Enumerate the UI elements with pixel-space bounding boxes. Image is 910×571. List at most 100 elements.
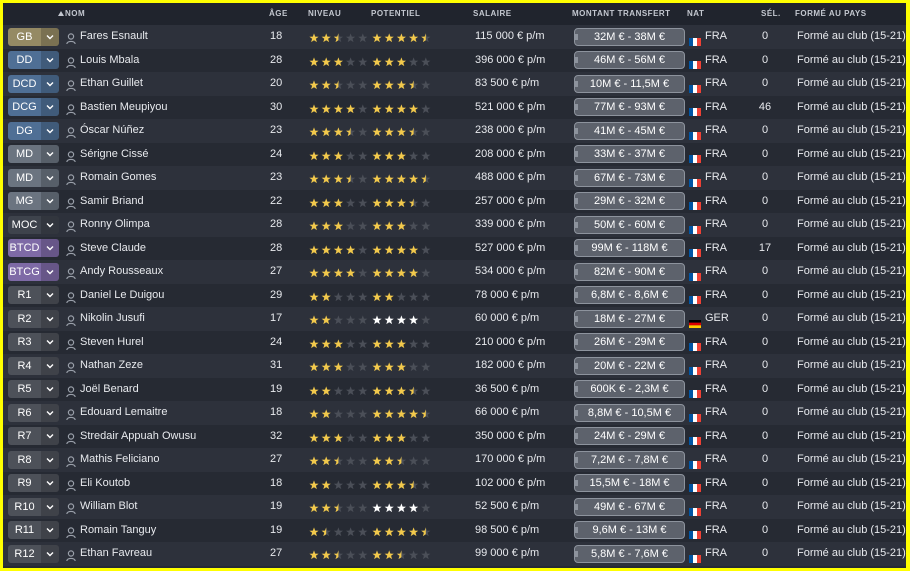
table-row[interactable]: R4 Nathan Zeze 31 182 000 € p/m 20M € - 22M … bbox=[3, 354, 906, 378]
table-row[interactable]: R8 Mathis Feliciano 27 170 000 € p/m 7,2M € … bbox=[3, 448, 906, 472]
chevron-down-icon[interactable] bbox=[41, 356, 59, 375]
table-row[interactable]: R6 Edouard Lemaitre 18 66 000 € p/m 8,8M € -… bbox=[3, 401, 906, 425]
table-row[interactable]: MD Romain Gomes 23 488 000 € p/m 67M € - 73M… bbox=[3, 166, 906, 190]
player-name[interactable]: Nathan Zeze bbox=[80, 354, 143, 378]
transfer-value-tag[interactable]: 10M € - 11,5M € bbox=[574, 74, 685, 93]
transfer-value-tag[interactable]: 33M € - 37M € bbox=[574, 145, 685, 163]
position-selector[interactable]: DG bbox=[8, 121, 59, 140]
table-row[interactable]: DG Óscar Núñez 23 238 000 € p/m 41M € - 45M … bbox=[3, 119, 906, 143]
transfer-value-tag[interactable]: 46M € - 56M € bbox=[574, 51, 685, 69]
chevron-down-icon[interactable] bbox=[41, 27, 59, 46]
player-name[interactable]: William Blot bbox=[80, 495, 137, 519]
position-selector[interactable]: MG bbox=[8, 192, 59, 210]
player-name[interactable]: Louis Mbala bbox=[80, 49, 139, 73]
player-name[interactable]: Nikolin Jusufi bbox=[80, 307, 145, 331]
table-row[interactable]: R11 Romain Tanguy 19 98 500 € p/m 9,6M € - 1… bbox=[3, 518, 906, 543]
position-selector[interactable]: R4 bbox=[8, 356, 59, 375]
chevron-down-icon[interactable] bbox=[41, 215, 59, 234]
chevron-down-icon[interactable] bbox=[41, 145, 59, 163]
chevron-down-icon[interactable] bbox=[41, 121, 59, 140]
transfer-value-tag[interactable]: 8,8M € - 10,5M € bbox=[574, 403, 685, 422]
transfer-value-tag[interactable]: 7,2M € - 7,8M € bbox=[574, 450, 685, 469]
transfer-value-tag[interactable]: 15,5M € - 18M € bbox=[574, 474, 685, 492]
header-potential[interactable]: POTENTIEL bbox=[371, 9, 420, 18]
position-selector[interactable]: DD bbox=[8, 51, 59, 69]
player-name[interactable]: Sérigne Cissé bbox=[80, 143, 148, 167]
player-name[interactable]: Ethan Favreau bbox=[80, 542, 152, 566]
player-name[interactable]: Ronny Olimpa bbox=[80, 213, 150, 237]
chevron-down-icon[interactable] bbox=[41, 521, 59, 539]
header-level[interactable]: NIVEAU bbox=[308, 9, 341, 18]
header-trained[interactable]: FORMÉ AU PAYS bbox=[795, 9, 867, 18]
chevron-down-icon[interactable] bbox=[41, 98, 59, 116]
header-sel[interactable]: SÉL. bbox=[761, 9, 781, 18]
table-row[interactable]: DD Louis Mbala 28 396 000 € p/m 46M € - 56M … bbox=[3, 48, 906, 73]
table-row[interactable]: R1 Daniel Le Duigou 29 78 000 € p/m 6,8M € -… bbox=[3, 283, 906, 308]
position-selector[interactable]: R11 bbox=[8, 521, 59, 539]
player-name[interactable]: Romain Tanguy bbox=[80, 519, 156, 543]
player-name[interactable]: Steve Claude bbox=[80, 237, 146, 261]
transfer-value-tag[interactable]: 9,6M € - 13M € bbox=[574, 521, 685, 539]
player-name[interactable]: Edouard Lemaitre bbox=[80, 401, 167, 425]
transfer-value-tag[interactable]: 26M € - 29M € bbox=[574, 333, 685, 351]
transfer-value-tag[interactable]: 67M € - 73M € bbox=[574, 168, 685, 187]
chevron-down-icon[interactable] bbox=[41, 380, 59, 398]
table-row[interactable]: R3 Steven Hurel 24 210 000 € p/m 26M € - 29M… bbox=[3, 330, 906, 355]
player-name[interactable]: Fares Esnault bbox=[80, 25, 148, 49]
header-nat[interactable]: NAT bbox=[687, 9, 704, 18]
position-selector[interactable]: R7 bbox=[8, 427, 59, 445]
table-row[interactable]: R2 Nikolin Jusufi 17 60 000 € p/m 18M € - 27… bbox=[3, 307, 906, 331]
chevron-down-icon[interactable] bbox=[41, 286, 59, 304]
table-row[interactable]: R9 Eli Koutob 18 102 000 € p/m 15,5M € - 18M… bbox=[3, 471, 906, 495]
table-row[interactable]: MG Samir Briand 22 257 000 € p/m 29M € - 32M… bbox=[3, 189, 906, 214]
transfer-value-tag[interactable]: 18M € - 27M € bbox=[574, 309, 685, 328]
player-name[interactable]: Samir Briand bbox=[80, 190, 144, 214]
chevron-down-icon[interactable] bbox=[41, 309, 59, 328]
position-selector[interactable]: GB bbox=[8, 27, 59, 46]
position-selector[interactable]: R10 bbox=[8, 497, 59, 516]
table-row[interactable]: R5 Joël Benard 19 36 500 € p/m 600K € - 2,3M… bbox=[3, 377, 906, 402]
player-name[interactable]: Ethan Guillet bbox=[80, 72, 143, 96]
player-name[interactable]: Mathis Feliciano bbox=[80, 448, 159, 472]
position-selector[interactable]: R5 bbox=[8, 380, 59, 398]
transfer-value-tag[interactable]: 5,8M € - 7,6M € bbox=[574, 544, 685, 563]
chevron-down-icon[interactable] bbox=[41, 74, 59, 93]
table-row[interactable]: GB Fares Esnault 18 115 000 € p/m 32M € - 38… bbox=[3, 25, 906, 49]
chevron-down-icon[interactable] bbox=[41, 51, 59, 69]
header-salary[interactable]: SALAIRE bbox=[473, 9, 512, 18]
table-row[interactable]: BTCD Steve Claude 28 527 000 € p/m 99M € - 1… bbox=[3, 236, 906, 261]
table-row[interactable]: R10 William Blot 19 52 500 € p/m 49M € - 67M… bbox=[3, 495, 906, 519]
chevron-down-icon[interactable] bbox=[41, 192, 59, 210]
position-selector[interactable]: R6 bbox=[8, 403, 59, 422]
transfer-value-tag[interactable]: 41M € - 45M € bbox=[574, 121, 685, 140]
position-selector[interactable]: MD bbox=[8, 168, 59, 187]
position-selector[interactable]: R12 bbox=[8, 544, 59, 563]
chevron-down-icon[interactable] bbox=[41, 262, 59, 281]
transfer-value-tag[interactable]: 82M € - 90M € bbox=[574, 262, 685, 281]
player-name[interactable]: Óscar Núñez bbox=[80, 119, 144, 143]
player-name[interactable]: Daniel Le Duigou bbox=[80, 284, 164, 308]
position-selector[interactable]: R8 bbox=[8, 450, 59, 469]
position-selector[interactable]: R9 bbox=[8, 474, 59, 492]
position-selector[interactable]: BTCG bbox=[8, 262, 59, 281]
transfer-value-tag[interactable]: 32M € - 38M € bbox=[574, 27, 685, 46]
header-age[interactable]: ÂGE bbox=[269, 9, 288, 18]
transfer-value-tag[interactable]: 49M € - 67M € bbox=[574, 497, 685, 516]
chevron-down-icon[interactable] bbox=[41, 168, 59, 187]
table-row[interactable]: DCD Ethan Guillet 20 83 500 € p/m 10M € - 11… bbox=[3, 72, 906, 96]
player-name[interactable]: Joël Benard bbox=[80, 378, 139, 402]
table-row[interactable]: R12 Ethan Favreau 27 99 000 € p/m 5,8M € - 7… bbox=[3, 542, 906, 566]
transfer-value-tag[interactable]: 99M € - 118M € bbox=[574, 239, 685, 257]
position-selector[interactable]: R1 bbox=[8, 286, 59, 304]
transfer-value-tag[interactable]: 600K € - 2,3M € bbox=[574, 380, 685, 398]
player-name[interactable]: Steven Hurel bbox=[80, 331, 144, 355]
chevron-down-icon[interactable] bbox=[41, 497, 59, 516]
transfer-value-tag[interactable]: 29M € - 32M € bbox=[574, 192, 685, 210]
chevron-down-icon[interactable] bbox=[41, 544, 59, 563]
table-row[interactable]: BTCG Andy Rousseaux 27 534 000 € p/m 82M € -… bbox=[3, 260, 906, 284]
transfer-value-tag[interactable]: 50M € - 60M € bbox=[574, 215, 685, 234]
position-selector[interactable]: BTCD bbox=[8, 239, 59, 257]
table-row[interactable]: R7 Stredair Appuah Owusu 32 350 000 € p/m 24… bbox=[3, 424, 906, 448]
position-selector[interactable]: DCD bbox=[8, 74, 59, 93]
player-name[interactable]: Bastien Meupiyou bbox=[80, 96, 167, 120]
